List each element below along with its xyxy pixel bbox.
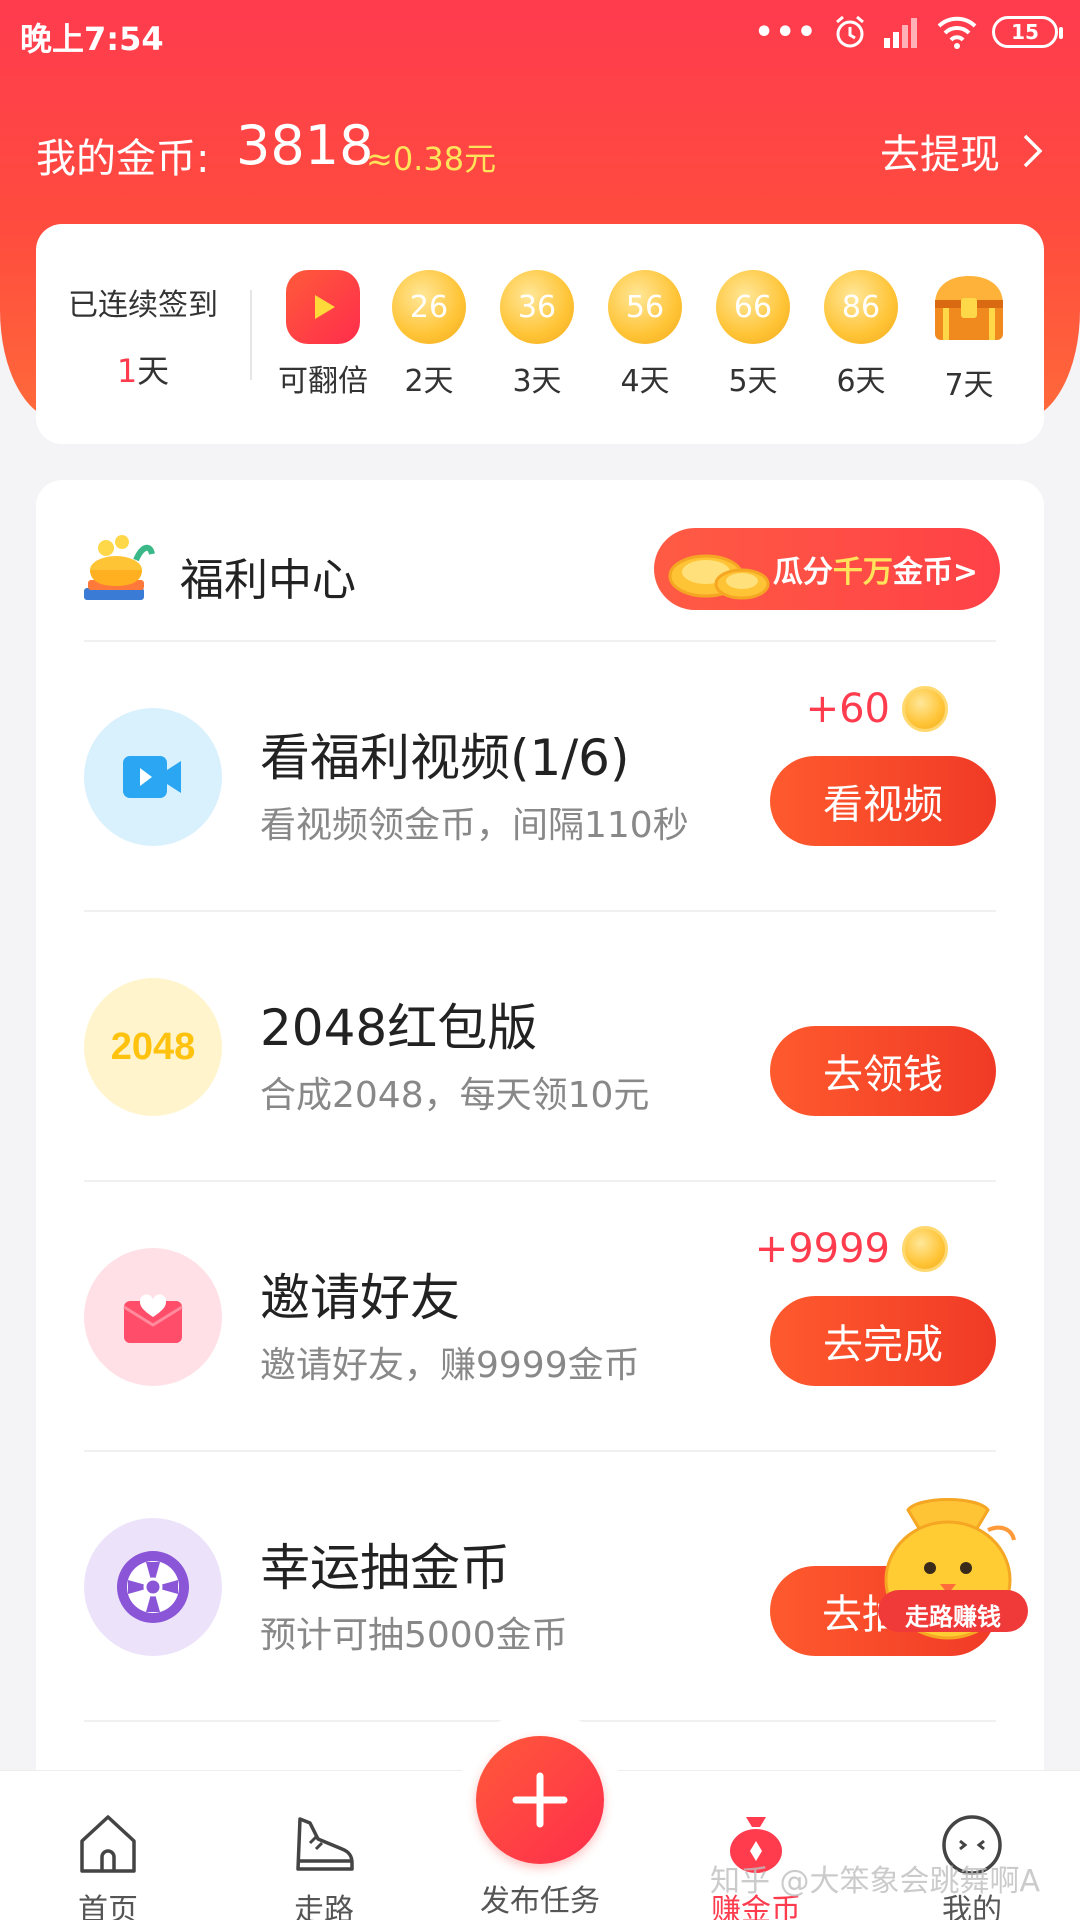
coins-icon xyxy=(668,554,770,600)
2048-icon-text: 2048 xyxy=(110,1025,196,1068)
home-icon xyxy=(80,1815,136,1873)
withdraw-label: 去提现 xyxy=(880,132,1000,178)
signin-card: 已连续签到 1天 可翻倍 26 2天 36 3天 56 4天 66 5天 86 … xyxy=(36,224,1044,444)
coin-icon: 66 xyxy=(716,270,790,344)
share-prefix: 瓜分 xyxy=(772,555,833,590)
tab-label: 走路 xyxy=(294,1893,354,1920)
envelope-icon-circle xyxy=(84,1248,222,1386)
coin-value: 3818 xyxy=(236,114,374,177)
task-title: 幸运抽金币 xyxy=(260,1539,510,1597)
treasure-chest-icon xyxy=(935,276,1003,340)
coin-icon xyxy=(902,686,948,732)
status-bar: 晚上7:54 ••• 15 xyxy=(0,0,1080,76)
coin-icon xyxy=(902,1226,948,1272)
shoe-icon xyxy=(296,1817,354,1871)
share-highlight: 千万 xyxy=(832,555,893,590)
welfare-card: 福利中心 瓜分 千万 金币> 看福利视频(1/6) 看视频领金币，间隔110秒 +6… xyxy=(36,480,1044,1920)
2048-icon: 2048 xyxy=(84,978,222,1116)
task-reward: +60 xyxy=(806,686,948,732)
task-desc: 邀请好友，赚9999金币 xyxy=(260,1345,640,1386)
task-desc: 预计可抽5000金币 xyxy=(260,1615,568,1656)
watch-video-button[interactable]: 看视频 xyxy=(770,756,996,846)
more-dots-icon: ••• xyxy=(754,14,818,50)
welfare-header: 福利中心 瓜分 千万 金币> xyxy=(80,520,1000,620)
alarm-icon xyxy=(836,15,864,48)
signin-day-5[interactable]: 66 5天 xyxy=(703,270,803,400)
coin-icon: 36 xyxy=(500,270,574,344)
wheel-icon-circle xyxy=(84,1518,222,1656)
withdraw-button[interactable]: 去提现 xyxy=(880,122,1044,180)
task-title: 邀请好友 xyxy=(260,1269,460,1327)
share-coins-button[interactable]: 瓜分 千万 金币> xyxy=(654,528,1000,610)
task-reward: +9999 xyxy=(755,1226,948,1272)
day-label: 7天 xyxy=(944,368,994,403)
task-desc: 合成2048，每天领10元 xyxy=(260,1075,650,1116)
task-desc: 看视频领金币，间隔110秒 xyxy=(260,805,689,846)
signin-title: 已连续签到 xyxy=(68,288,218,323)
status-icons: ••• 15 xyxy=(754,14,1063,50)
signin-days-number: 1 xyxy=(116,352,138,390)
video-icon-circle xyxy=(84,708,222,846)
task-invite-friends: 邀请好友 邀请好友，赚9999金币 +9999 去完成 xyxy=(84,1180,996,1450)
task-title: 看福利视频(1/6) xyxy=(260,729,630,787)
day-label: 可翻倍 xyxy=(278,364,368,399)
signin-divider xyxy=(250,290,252,380)
day-label: 2天 xyxy=(404,364,454,399)
walk-earn-mascot[interactable]: 走路赚钱 xyxy=(858,1480,1048,1650)
tab-home[interactable]: 首页 xyxy=(28,1807,188,1920)
tab-label: 首页 xyxy=(78,1893,138,1920)
mascot-label: 走路赚钱 xyxy=(905,1603,1001,1631)
watermark: 知乎 @大笨象会跳舞啊A xyxy=(710,1864,1041,1899)
tab-walk[interactable]: 走路 xyxy=(244,1807,404,1920)
video-icon xyxy=(123,756,181,798)
task-2048: 2048 2048红包版 合成2048，每天领10元 去领钱 xyxy=(84,910,996,1180)
coin-icon: 86 xyxy=(824,270,898,344)
coin-label: 我的金币: xyxy=(36,136,210,182)
signin-day-6[interactable]: 86 6天 xyxy=(811,270,911,400)
signal-icon xyxy=(884,18,917,48)
coin-icon: 56 xyxy=(608,270,682,344)
task-watch-video: 看福利视频(1/6) 看视频领金币，间隔110秒 +60 看视频 xyxy=(84,640,996,910)
publish-task-label: 发布任务 xyxy=(480,1884,600,1919)
signin-days-unit: 天 xyxy=(137,352,170,390)
signin-day-7[interactable]: 7天 xyxy=(919,270,1019,404)
signin-day-2[interactable]: 26 2天 xyxy=(379,270,479,400)
signin-days: 1天 xyxy=(36,346,250,392)
day-label: 6天 xyxy=(836,364,886,399)
coin-summary: 我的金币: 3818 ≈0.38元 去提现 xyxy=(36,112,1044,192)
complete-invite-button[interactable]: 去完成 xyxy=(770,1296,996,1386)
battery-icon: 15 xyxy=(992,16,1063,48)
coin-icon: 26 xyxy=(392,270,466,344)
reward-amount: +60 xyxy=(805,686,890,732)
envelope-heart-icon xyxy=(123,1294,183,1343)
day-label: 3天 xyxy=(512,364,562,399)
wheel-icon xyxy=(117,1551,189,1623)
task-title: 2048红包版 xyxy=(260,999,538,1057)
day-label: 5天 xyxy=(728,364,778,399)
gold-pot-icon xyxy=(84,535,155,600)
signin-day-double[interactable]: 可翻倍 xyxy=(273,270,373,400)
signin-day-3[interactable]: 36 3天 xyxy=(487,270,587,400)
signin-day-4[interactable]: 56 4天 xyxy=(595,270,695,400)
day-label: 4天 xyxy=(620,364,670,399)
signin-status: 已连续签到 1天 xyxy=(36,280,250,392)
status-time: 晚上7:54 xyxy=(20,20,164,58)
welfare-title: 福利中心 xyxy=(180,555,356,606)
coin-yuan-value: ≈0.38元 xyxy=(366,140,497,178)
plus-icon xyxy=(512,1772,568,1828)
reward-amount: +9999 xyxy=(754,1226,890,1272)
chevron-right-icon xyxy=(1023,134,1043,168)
play-icon xyxy=(286,270,360,344)
wifi-icon xyxy=(937,16,977,49)
claim-money-button[interactable]: 去领钱 xyxy=(770,1026,996,1116)
share-suffix: 金币> xyxy=(892,555,978,590)
publish-task-button[interactable] xyxy=(476,1736,604,1864)
